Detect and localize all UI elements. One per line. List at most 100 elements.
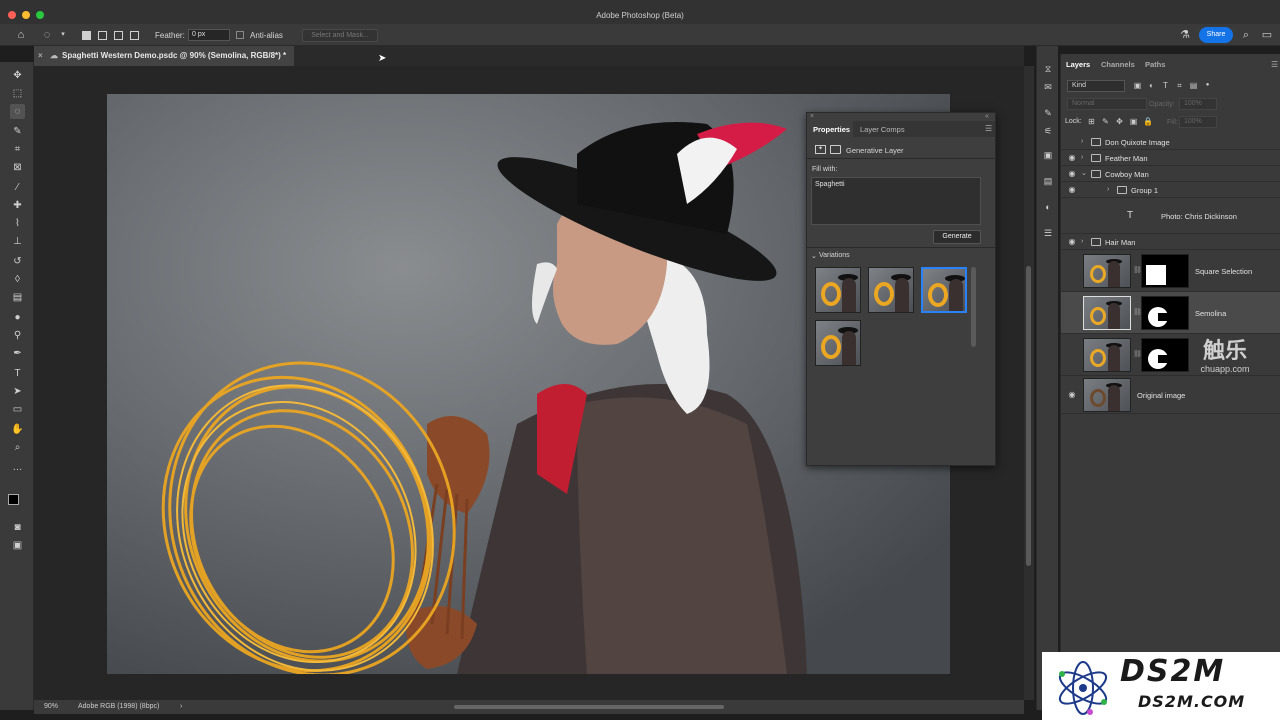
new-selection-icon[interactable] [82, 31, 91, 40]
chevron-right-icon[interactable]: › [1107, 185, 1115, 195]
hand-tool-icon[interactable]: ✋ [10, 422, 25, 437]
close-tab-icon[interactable]: × [38, 46, 43, 66]
vertical-scroll-thumb[interactable] [1026, 266, 1031, 566]
layer-row-selected[interactable]: ⛓ Semolina [1061, 292, 1280, 334]
variation-thumbnail[interactable] [815, 320, 861, 366]
gradient-tool-icon[interactable]: ▤ [10, 290, 25, 305]
layer-row[interactable]: T Photo: Chris Dickinson [1061, 198, 1280, 234]
panel-menu-icon[interactable]: ☰ [1271, 60, 1278, 69]
blend-mode-select[interactable]: Normal [1067, 98, 1147, 110]
smart-object-filter-icon[interactable]: ▤ [1189, 81, 1198, 90]
share-button[interactable]: Share [1199, 27, 1233, 43]
lasso-tool-icon[interactable]: ◌ [10, 104, 25, 119]
comments-panel-icon[interactable]: ✉ [1041, 80, 1055, 94]
adjustment-filter-icon[interactable]: ◐ [1147, 81, 1156, 90]
properties-panel-icon[interactable]: ▤ [1041, 174, 1055, 188]
visibility-eye-icon[interactable]: ◉ [1067, 237, 1077, 247]
anti-alias-checkbox[interactable] [236, 31, 244, 39]
path-selection-tool-icon[interactable]: ➤ [10, 384, 25, 399]
foreground-color-swatch[interactable] [8, 494, 19, 505]
layer-row[interactable]: ◉ › Group 1 [1061, 182, 1280, 198]
move-tool-icon[interactable]: ✥ [10, 68, 25, 83]
lock-all-icon[interactable]: 🔒 [1143, 117, 1153, 126]
eyedropper-tool-icon[interactable]: ⁄ [10, 180, 25, 195]
visibility-eye-icon[interactable]: ◉ [1067, 185, 1077, 195]
horizontal-scrollbar[interactable] [454, 705, 724, 709]
visibility-eye-icon[interactable]: ◉ [1067, 169, 1077, 179]
object-selection-tool-icon[interactable]: ✎ [10, 124, 25, 139]
chevron-right-icon[interactable]: › [1081, 137, 1089, 147]
add-to-selection-icon[interactable] [98, 31, 107, 40]
prompt-textarea[interactable]: Spaghetti [811, 177, 981, 225]
flask-icon[interactable]: ⚗ [1178, 28, 1192, 42]
chevron-down-icon[interactable]: ⌄ [1081, 169, 1089, 179]
color-panel-icon[interactable]: ◐ [1041, 200, 1055, 214]
lock-artboard-icon[interactable]: ▣ [1129, 117, 1138, 126]
rectangle-tool-icon[interactable]: ▭ [10, 402, 25, 417]
layer-row[interactable]: ⛓ Square Selection [1061, 250, 1280, 292]
visibility-eye-icon[interactable]: ◉ [1067, 390, 1077, 400]
feather-input[interactable]: 0 px [188, 29, 230, 41]
intersect-selection-icon[interactable] [130, 31, 139, 40]
select-and-mask-button[interactable]: Select and Mask... [302, 29, 378, 42]
layer-mask-thumbnail[interactable] [1141, 296, 1189, 330]
layer-mask-thumbnail[interactable] [1141, 254, 1189, 288]
blur-tool-icon[interactable]: ● [10, 310, 25, 325]
vertical-scrollbar[interactable] [1024, 66, 1034, 700]
document-tab[interactable]: × ☁ Spaghetti Western Demo.psdc @ 90% (S… [34, 46, 294, 66]
zoom-level[interactable]: 90% [44, 700, 58, 714]
lock-position-icon[interactable]: ✥ [1115, 117, 1124, 126]
tab-channels[interactable]: Channels [1101, 60, 1135, 69]
adjustments-icon[interactable]: ⚟ [1041, 124, 1055, 138]
opacity-input[interactable]: 100% [1179, 98, 1217, 110]
healing-brush-tool-icon[interactable]: ✚ [10, 198, 25, 213]
variation-thumbnail[interactable] [815, 267, 861, 313]
tab-paths[interactable]: Paths [1145, 60, 1165, 69]
layer-row[interactable]: ◉ › Feather Man [1061, 150, 1280, 166]
visibility-eye-icon[interactable]: ◉ [1067, 153, 1077, 163]
layer-row[interactable]: › Don Quixote Image [1061, 134, 1280, 150]
tab-properties[interactable]: Properties [813, 125, 850, 134]
filter-toggle-icon[interactable]: ● [1203, 81, 1212, 90]
screen-mode-icon[interactable]: ▣ [10, 538, 25, 553]
layer-row[interactable]: ◉ ⌄ Cowboy Man [1061, 166, 1280, 182]
history-brush-tool-icon[interactable]: ↺ [10, 254, 25, 269]
workspace-icon[interactable]: ▭ [1260, 28, 1274, 42]
eraser-tool-icon[interactable]: ◊ [10, 272, 25, 287]
brush-settings-icon[interactable]: ✎ [1041, 106, 1055, 120]
zoom-tool-icon[interactable]: ⌕ [10, 440, 25, 455]
generate-button[interactable]: Generate [933, 230, 981, 244]
marquee-tool-icon[interactable]: ⬚ [10, 86, 25, 101]
filter-kind-select[interactable]: Kind [1067, 80, 1125, 92]
lock-image-icon[interactable]: ✎ [1101, 117, 1110, 126]
clone-stamp-tool-icon[interactable]: ⊥ [10, 234, 25, 249]
status-menu-chevron-icon[interactable]: › [180, 700, 182, 714]
chevron-right-icon[interactable]: › [1081, 237, 1089, 247]
crop-tool-icon[interactable]: ⌗ [10, 142, 25, 157]
layer-row[interactable]: ◉ › Hair Man [1061, 234, 1280, 250]
pixel-filter-icon[interactable]: ▣ [1133, 81, 1142, 90]
brush-tool-icon[interactable]: ⌇ [10, 216, 25, 231]
variations-scrollbar[interactable] [971, 267, 976, 347]
history-panel-icon[interactable]: ⧖ [1041, 62, 1055, 76]
quick-mask-icon[interactable]: ◙ [10, 520, 25, 535]
lasso-tool-preset-icon[interactable]: ◌ [40, 28, 54, 42]
dodge-tool-icon[interactable]: ⚲ [10, 328, 25, 343]
variation-thumbnail-selected[interactable] [921, 267, 967, 313]
frame-tool-icon[interactable]: ⊠ [10, 160, 25, 175]
chevron-down-icon[interactable]: ⌄ [811, 252, 817, 260]
more-tools-icon[interactable]: … [10, 460, 25, 475]
chevron-down-icon[interactable]: ▾ [56, 28, 70, 42]
home-icon[interactable]: ⌂ [14, 28, 28, 42]
layer-mask-thumbnail[interactable] [1141, 338, 1189, 372]
tab-layers[interactable]: Layers [1066, 60, 1090, 69]
subtract-from-selection-icon[interactable] [114, 31, 123, 40]
lock-transparent-icon[interactable]: ⊞ [1087, 117, 1096, 126]
fill-input[interactable]: 100% [1179, 116, 1217, 128]
type-filter-icon[interactable]: T [1161, 81, 1170, 90]
chevron-right-icon[interactable]: › [1081, 153, 1089, 163]
panel-menu-icon[interactable]: ☰ [985, 124, 992, 133]
type-tool-icon[interactable]: T [10, 366, 25, 381]
variation-thumbnail[interactable] [868, 267, 914, 313]
layers-panel-icon[interactable]: ☰ [1041, 226, 1055, 240]
